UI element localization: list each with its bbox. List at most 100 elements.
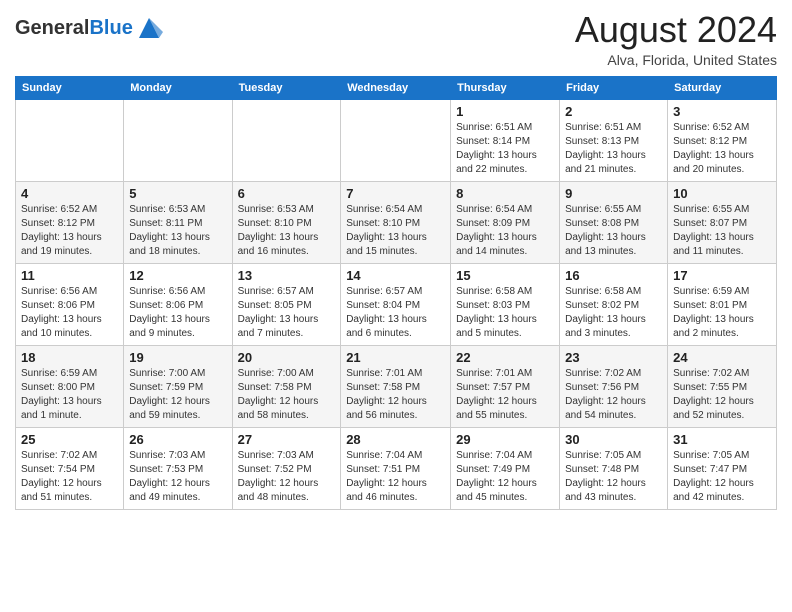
- day-number: 15: [456, 268, 554, 283]
- day-info: Sunrise: 7:02 AM Sunset: 7:55 PM Dayligh…: [673, 367, 771, 423]
- day-info: Sunrise: 6:54 AM Sunset: 8:10 PM Dayligh…: [346, 203, 445, 259]
- day-info: Sunrise: 6:57 AM Sunset: 8:04 PM Dayligh…: [346, 285, 445, 341]
- table-row: [124, 99, 232, 181]
- header: GeneralBlue August 2024 Alva, Florida, U…: [15, 10, 777, 68]
- table-row: 12Sunrise: 6:56 AM Sunset: 8:06 PM Dayli…: [124, 263, 232, 345]
- calendar-week-row: 25 Sunrise: 7:02 AM Sunset: 7:54 PM Dayli…: [16, 427, 777, 509]
- day-info: Sunrise: 6:58 AM Sunset: 8:03 PM Dayligh…: [456, 285, 554, 341]
- day-number: 28: [346, 432, 445, 447]
- table-row: 22 Sunrise: 7:01 AM Sunset: 7:57 PM Dayli…: [451, 345, 560, 427]
- day-number: 26: [129, 432, 226, 447]
- table-row: 23 Sunrise: 7:02 AM Sunset: 7:56 PM Dayli…: [560, 345, 668, 427]
- main-title: August 2024: [575, 10, 777, 50]
- day-number: 4: [21, 186, 118, 201]
- table-row: 27Sunrise: 7:03 AM Sunset: 7:52 PM Dayli…: [232, 427, 341, 509]
- day-info: Sunrise: 7:01 AM Sunset: 7:57 PM Dayligh…: [456, 367, 554, 423]
- day-number: 30: [565, 432, 662, 447]
- table-row: 9 Sunrise: 6:55 AM Sunset: 8:08 PM Daylig…: [560, 181, 668, 263]
- table-row: 17Sunrise: 6:59 AM Sunset: 8:01 PM Dayli…: [668, 263, 777, 345]
- day-info: Sunrise: 7:04 AM Sunset: 7:51 PM Dayligh…: [346, 449, 445, 505]
- day-info: Sunrise: 7:05 AM Sunset: 7:47 PM Dayligh…: [673, 449, 771, 505]
- day-info: Sunrise: 6:52 AM Sunset: 8:12 PM Dayligh…: [21, 203, 118, 259]
- table-row: 16 Sunrise: 6:58 AM Sunset: 8:02 PM Dayli…: [560, 263, 668, 345]
- table-row: 15 Sunrise: 6:58 AM Sunset: 8:03 PM Dayli…: [451, 263, 560, 345]
- table-row: 3 Sunrise: 6:52 AM Sunset: 8:12 PM Daylig…: [668, 99, 777, 181]
- table-row: [232, 99, 341, 181]
- col-friday: Friday: [560, 76, 668, 99]
- table-row: 29 Sunrise: 7:04 AM Sunset: 7:49 PM Dayli…: [451, 427, 560, 509]
- day-number: 25: [21, 432, 118, 447]
- day-info: Sunrise: 7:04 AM Sunset: 7:49 PM Dayligh…: [456, 449, 554, 505]
- day-info: Sunrise: 7:02 AM Sunset: 7:54 PM Dayligh…: [21, 449, 118, 505]
- col-saturday: Saturday: [668, 76, 777, 99]
- table-row: [16, 99, 124, 181]
- day-number: 27: [238, 432, 336, 447]
- col-thursday: Thursday: [451, 76, 560, 99]
- table-row: 31 Sunrise: 7:05 AM Sunset: 7:47 PM Dayli…: [668, 427, 777, 509]
- logo: GeneralBlue: [15, 14, 163, 42]
- title-block: August 2024 Alva, Florida, United States: [575, 10, 777, 68]
- day-info: Sunrise: 7:01 AM Sunset: 7:58 PM Dayligh…: [346, 367, 445, 423]
- table-row: 30Sunrise: 7:05 AM Sunset: 7:48 PM Dayli…: [560, 427, 668, 509]
- day-number: 7: [346, 186, 445, 201]
- day-info: Sunrise: 6:54 AM Sunset: 8:09 PM Dayligh…: [456, 203, 554, 259]
- day-number: 3: [673, 104, 771, 119]
- day-info: Sunrise: 6:53 AM Sunset: 8:11 PM Dayligh…: [129, 203, 226, 259]
- day-number: 16: [565, 268, 662, 283]
- table-row: 5 Sunrise: 6:53 AM Sunset: 8:11 PM Daylig…: [124, 181, 232, 263]
- table-row: 19Sunrise: 7:00 AM Sunset: 7:59 PM Dayli…: [124, 345, 232, 427]
- day-number: 21: [346, 350, 445, 365]
- day-number: 22: [456, 350, 554, 365]
- logo-general: General: [15, 17, 89, 39]
- table-row: 20Sunrise: 7:00 AM Sunset: 7:58 PM Dayli…: [232, 345, 341, 427]
- day-number: 9: [565, 186, 662, 201]
- day-info: Sunrise: 6:56 AM Sunset: 8:06 PM Dayligh…: [21, 285, 118, 341]
- col-tuesday: Tuesday: [232, 76, 341, 99]
- table-row: [341, 99, 451, 181]
- logo-icon: [135, 14, 163, 42]
- day-info: Sunrise: 6:59 AM Sunset: 8:01 PM Dayligh…: [673, 285, 771, 341]
- day-info: Sunrise: 7:00 AM Sunset: 7:58 PM Dayligh…: [238, 367, 336, 423]
- day-info: Sunrise: 7:00 AM Sunset: 7:59 PM Dayligh…: [129, 367, 226, 423]
- table-row: 10Sunrise: 6:55 AM Sunset: 8:07 PM Dayli…: [668, 181, 777, 263]
- calendar: Sunday Monday Tuesday Wednesday Thursday…: [15, 76, 777, 510]
- day-info: Sunrise: 7:02 AM Sunset: 7:56 PM Dayligh…: [565, 367, 662, 423]
- day-info: Sunrise: 6:55 AM Sunset: 8:08 PM Dayligh…: [565, 203, 662, 259]
- day-info: Sunrise: 6:52 AM Sunset: 8:12 PM Dayligh…: [673, 121, 771, 177]
- table-row: 11 Sunrise: 6:56 AM Sunset: 8:06 PM Dayli…: [16, 263, 124, 345]
- day-info: Sunrise: 6:55 AM Sunset: 8:07 PM Dayligh…: [673, 203, 771, 259]
- day-number: 18: [21, 350, 118, 365]
- table-row: 7 Sunrise: 6:54 AM Sunset: 8:10 PM Daylig…: [341, 181, 451, 263]
- col-sunday: Sunday: [16, 76, 124, 99]
- day-number: 31: [673, 432, 771, 447]
- table-row: 24 Sunrise: 7:02 AM Sunset: 7:55 PM Dayli…: [668, 345, 777, 427]
- table-row: 21 Sunrise: 7:01 AM Sunset: 7:58 PM Dayli…: [341, 345, 451, 427]
- calendar-week-row: 4 Sunrise: 6:52 AM Sunset: 8:12 PM Daylig…: [16, 181, 777, 263]
- logo-text: GeneralBlue: [15, 17, 133, 39]
- day-number: 11: [21, 268, 118, 283]
- day-number: 14: [346, 268, 445, 283]
- day-number: 5: [129, 186, 226, 201]
- table-row: 4 Sunrise: 6:52 AM Sunset: 8:12 PM Daylig…: [16, 181, 124, 263]
- col-wednesday: Wednesday: [341, 76, 451, 99]
- calendar-week-row: 1Sunrise: 6:51 AM Sunset: 8:14 PM Daylig…: [16, 99, 777, 181]
- calendar-week-row: 11 Sunrise: 6:56 AM Sunset: 8:06 PM Dayli…: [16, 263, 777, 345]
- day-number: 23: [565, 350, 662, 365]
- day-number: 13: [238, 268, 336, 283]
- col-monday: Monday: [124, 76, 232, 99]
- table-row: 2Sunrise: 6:51 AM Sunset: 8:13 PM Daylig…: [560, 99, 668, 181]
- day-info: Sunrise: 7:03 AM Sunset: 7:53 PM Dayligh…: [129, 449, 226, 505]
- table-row: 18Sunrise: 6:59 AM Sunset: 8:00 PM Dayli…: [16, 345, 124, 427]
- day-number: 24: [673, 350, 771, 365]
- logo-blue: Blue: [89, 17, 132, 39]
- day-number: 6: [238, 186, 336, 201]
- table-row: 25 Sunrise: 7:02 AM Sunset: 7:54 PM Dayli…: [16, 427, 124, 509]
- table-row: 8 Sunrise: 6:54 AM Sunset: 8:09 PM Daylig…: [451, 181, 560, 263]
- day-number: 8: [456, 186, 554, 201]
- calendar-week-row: 18Sunrise: 6:59 AM Sunset: 8:00 PM Dayli…: [16, 345, 777, 427]
- day-info: Sunrise: 6:58 AM Sunset: 8:02 PM Dayligh…: [565, 285, 662, 341]
- day-number: 29: [456, 432, 554, 447]
- table-row: 26 Sunrise: 7:03 AM Sunset: 7:53 PM Dayli…: [124, 427, 232, 509]
- calendar-header-row: Sunday Monday Tuesday Wednesday Thursday…: [16, 76, 777, 99]
- page: GeneralBlue August 2024 Alva, Florida, U…: [0, 0, 792, 612]
